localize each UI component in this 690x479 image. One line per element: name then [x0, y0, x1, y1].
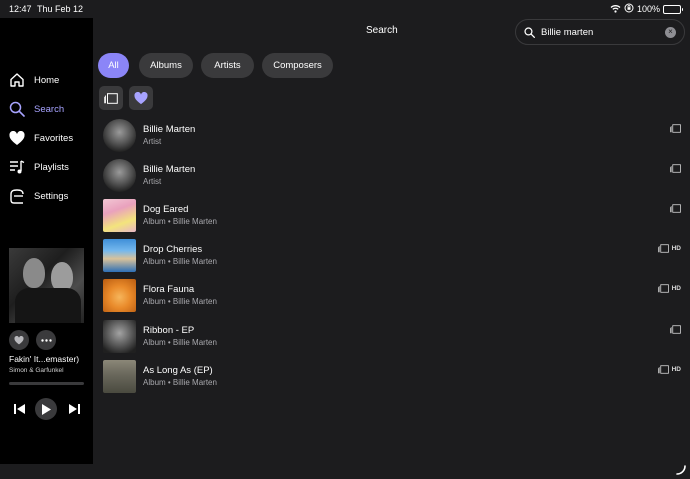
result-title: As Long As (EP) — [143, 365, 213, 376]
result-row[interactable]: Billie Marten Artist — [103, 159, 683, 193]
sidebar-item-label: Home — [34, 74, 60, 86]
sidebar-item-search[interactable]: Search — [8, 98, 64, 120]
result-subtitle: Album • Billie Marten — [143, 217, 217, 226]
chip-all[interactable]: All — [98, 53, 129, 78]
now-playing-favorite-button[interactable] — [9, 330, 29, 350]
sidebar-item-home[interactable]: Home — [8, 69, 59, 91]
hd-badge: HD — [671, 366, 681, 373]
heart-icon — [8, 129, 26, 147]
result-subtitle: Artist — [143, 177, 162, 186]
result-subtitle: Artist — [143, 137, 162, 146]
wifi-icon — [610, 4, 621, 15]
result-row[interactable]: Billie Marten Artist — [103, 119, 683, 153]
library-icon — [670, 124, 681, 133]
favorites-filter-button[interactable] — [129, 86, 153, 110]
library-icon — [670, 204, 681, 213]
search-input-value[interactable]: Billie marten — [541, 27, 665, 38]
library-filter-button[interactable] — [99, 86, 123, 110]
result-row[interactable]: As Long As (EP) Album • Billie Marten HD — [103, 360, 683, 394]
library-icon — [657, 284, 669, 293]
sidebar: Home Search Favorites Playlists Settings… — [0, 18, 93, 464]
result-subtitle: Album • Billie Marten — [143, 257, 217, 266]
result-title: Billie Marten — [143, 124, 196, 135]
status-bar: 12:47 Thu Feb 12 100% — [0, 0, 690, 18]
playlist-icon — [8, 158, 26, 176]
result-thumbnail — [103, 199, 136, 232]
result-row[interactable]: Drop Cherries Album • Billie Marten HD — [103, 239, 683, 273]
result-subtitle: Album • Billie Marten — [143, 378, 217, 387]
result-row[interactable]: Ribbon - EP Album • Billie Marten — [103, 320, 683, 354]
now-playing-title: Fakin' It...emaster) — [9, 354, 80, 364]
next-icon — [68, 404, 80, 414]
previous-button[interactable] — [12, 398, 26, 420]
library-icon — [670, 164, 681, 173]
search-icon — [8, 100, 26, 118]
clear-search-icon[interactable]: × — [665, 26, 676, 38]
sidebar-item-favorites[interactable]: Favorites — [8, 127, 73, 149]
library-icon — [670, 325, 681, 334]
play-button[interactable] — [35, 398, 57, 420]
sidebar-item-label: Settings — [34, 190, 69, 202]
next-button[interactable] — [67, 398, 81, 420]
battery-icon — [663, 4, 683, 14]
search-input[interactable]: Billie marten × — [515, 19, 685, 45]
status-date: Thu Feb 12 — [37, 4, 84, 14]
search-icon — [524, 26, 535, 38]
chip-artists[interactable]: Artists — [201, 53, 254, 78]
result-thumbnail — [103, 239, 136, 272]
page-title: Search — [366, 25, 398, 36]
heart-icon — [134, 91, 148, 104]
library-icon — [657, 365, 669, 374]
result-thumbnail — [103, 279, 136, 312]
status-time: 12:47 — [9, 4, 32, 14]
more-icon — [40, 338, 52, 342]
sidebar-item-settings[interactable]: Settings — [8, 185, 68, 207]
resize-corner-icon — [676, 465, 686, 475]
result-title: Flora Fauna — [143, 284, 195, 295]
result-subtitle: Album • Billie Marten — [143, 297, 217, 306]
hd-badge: HD — [671, 285, 681, 292]
result-thumbnail — [103, 320, 136, 353]
result-title: Billie Marten — [143, 164, 196, 175]
result-title: Drop Cherries — [143, 244, 203, 255]
result-thumbnail — [103, 159, 136, 192]
sidebar-item-playlists[interactable]: Playlists — [8, 156, 69, 178]
chip-albums[interactable]: Albums — [139, 53, 193, 78]
sidebar-item-label: Playlists — [34, 161, 69, 173]
sidebar-item-label: Favorites — [34, 132, 74, 144]
result-thumbnail — [103, 360, 136, 393]
library-icon — [657, 244, 669, 253]
settings-icon — [8, 187, 26, 205]
now-playing-artist: Simon & Garfunkel — [9, 367, 64, 374]
now-playing-artwork[interactable] — [9, 248, 84, 323]
heart-icon — [14, 335, 24, 344]
previous-icon — [13, 404, 25, 414]
home-icon — [8, 71, 26, 89]
result-row[interactable]: Flora Fauna Album • Billie Marten HD — [103, 279, 683, 313]
play-icon — [42, 403, 51, 415]
result-title: Ribbon - EP — [143, 325, 195, 336]
result-subtitle: Album • Billie Marten — [143, 338, 217, 347]
chip-composers[interactable]: Composers — [262, 53, 333, 78]
now-playing-more-button[interactable] — [36, 330, 56, 350]
hd-badge: HD — [671, 245, 681, 252]
battery-percent: 100% — [636, 4, 660, 14]
now-playing-progress-bar[interactable] — [9, 382, 84, 385]
result-thumbnail — [103, 119, 136, 152]
result-title: Dog Eared — [143, 204, 189, 215]
library-icon — [104, 92, 118, 104]
orientation-lock-icon — [624, 3, 634, 15]
sidebar-item-label: Search — [34, 103, 65, 115]
result-row[interactable]: Dog Eared Album • Billie Marten — [103, 199, 683, 233]
status-indicators: 100% — [610, 3, 683, 15]
